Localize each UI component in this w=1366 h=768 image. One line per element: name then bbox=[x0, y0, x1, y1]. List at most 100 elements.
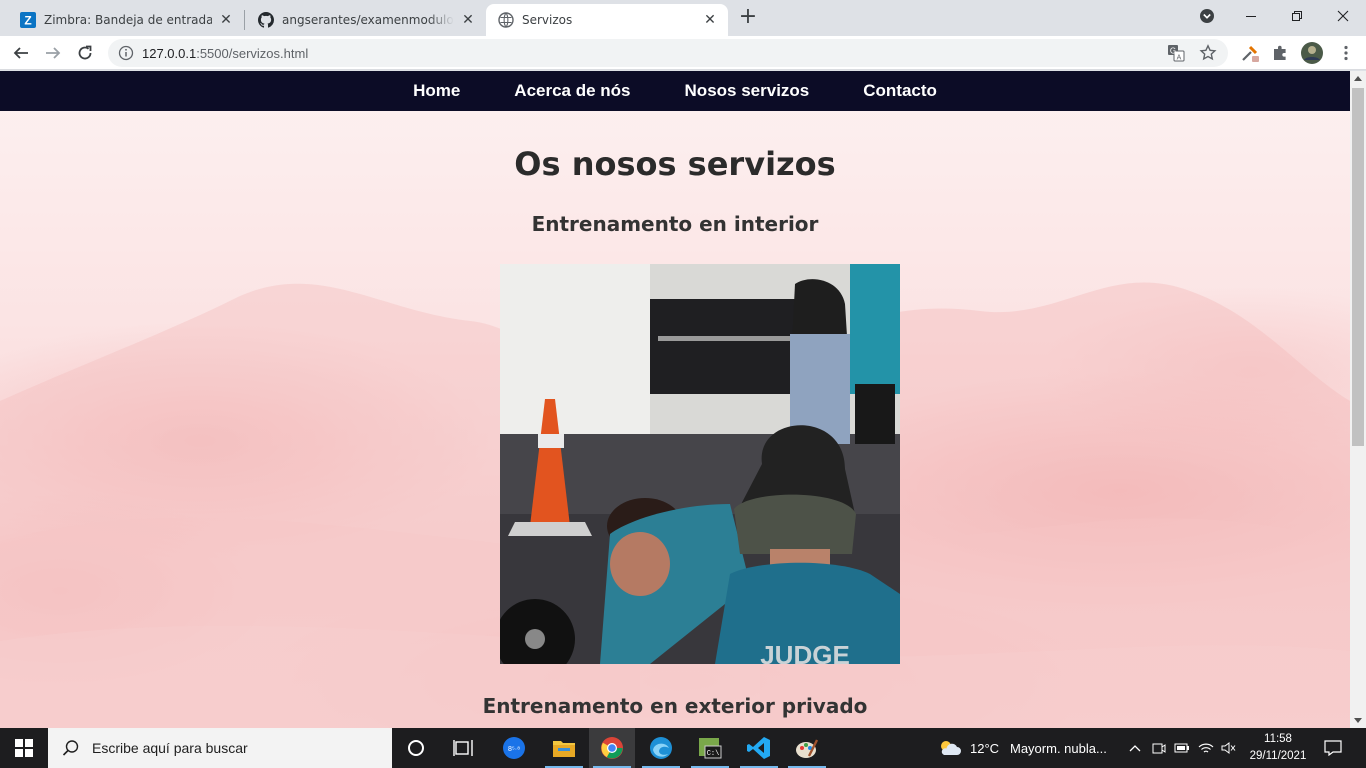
address-bar[interactable]: 127.0.0.1:5500/servizos.html bbox=[108, 39, 1228, 67]
scroll-down-icon[interactable] bbox=[1354, 718, 1362, 723]
tray-overflow-button[interactable] bbox=[1127, 740, 1143, 756]
tab-title: Zimbra: Bandeja de entrada bbox=[44, 13, 212, 27]
url-host: 127.0.0.1 bbox=[142, 45, 197, 61]
extensions-button[interactable] bbox=[1267, 40, 1293, 66]
edge-icon bbox=[650, 737, 672, 759]
translate-button[interactable]: GA bbox=[1163, 40, 1189, 66]
avatar bbox=[1301, 42, 1323, 64]
more-vert-icon bbox=[1344, 45, 1348, 61]
scrollbar-thumb[interactable] bbox=[1352, 88, 1364, 446]
indoor-training-photo: JUDGE bbox=[500, 264, 900, 664]
terminal-icon: C:\ bbox=[699, 738, 722, 759]
tab-servizos[interactable]: Servizos ✕ bbox=[486, 4, 728, 36]
taskbar-app-vscode[interactable] bbox=[736, 728, 782, 768]
chevron-up-icon bbox=[1129, 745, 1141, 752]
windows-taskbar: Escribe aquí para buscar 8⁵·⁸ C:\ 12°C M… bbox=[0, 728, 1366, 768]
tab-zimbra[interactable]: Z Zimbra: Bandeja de entrada ✕ bbox=[0, 4, 244, 36]
url-path: :5500/servizos.html bbox=[196, 45, 309, 61]
search-icon bbox=[62, 740, 79, 756]
news-app-icon: 8⁵·⁸ bbox=[503, 737, 525, 759]
browser-toolbar: 127.0.0.1:5500/servizos.html GA bbox=[0, 36, 1366, 70]
weather-desc[interactable]: Mayorm. nubla... bbox=[1010, 728, 1107, 768]
new-tab-button[interactable]: + bbox=[736, 6, 760, 30]
section-heading-outdoor: Entrenamento en exterior privado bbox=[482, 694, 868, 718]
url-text: 127.0.0.1:5500/servizos.html bbox=[142, 46, 308, 61]
extension-button[interactable] bbox=[1237, 40, 1263, 66]
svg-text:C:\: C:\ bbox=[707, 750, 720, 758]
nav-link-about[interactable]: Acerca de nós bbox=[514, 81, 630, 101]
folder-icon bbox=[553, 741, 575, 757]
start-button[interactable] bbox=[0, 728, 48, 768]
profile-button[interactable] bbox=[1299, 40, 1325, 66]
tab-title: angserantes/examenmoduloangel bbox=[282, 13, 454, 27]
weather-button[interactable] bbox=[927, 728, 973, 768]
close-icon bbox=[1337, 10, 1349, 22]
nav-link-contact[interactable]: Contacto bbox=[863, 81, 937, 101]
task-view-button[interactable] bbox=[440, 728, 486, 768]
clock-time: 11:58 bbox=[1264, 733, 1292, 745]
minimize-button[interactable] bbox=[1228, 0, 1274, 32]
main-nav: Home Acerca de nós Nosos servizos Contac… bbox=[0, 71, 1350, 111]
reload-button[interactable] bbox=[72, 40, 98, 66]
clock-date: 29/11/2021 bbox=[1249, 750, 1307, 762]
restore-button[interactable] bbox=[1274, 0, 1320, 32]
svg-text:G: G bbox=[1170, 47, 1176, 56]
taskbar-app-terminal[interactable]: C:\ bbox=[687, 728, 733, 768]
scroll-up-icon[interactable] bbox=[1354, 76, 1362, 81]
system-clock[interactable]: 11:58 29/11/2021 bbox=[1248, 731, 1308, 765]
taskbar-app-news[interactable]: 8⁵·⁸ bbox=[491, 728, 537, 768]
tray-meet-now[interactable] bbox=[1151, 740, 1167, 756]
menu-button[interactable] bbox=[1333, 40, 1359, 66]
chrome-icon bbox=[601, 737, 623, 759]
close-tab-icon[interactable]: ✕ bbox=[460, 12, 476, 28]
back-button[interactable] bbox=[8, 40, 34, 66]
paint-icon bbox=[796, 739, 819, 758]
tray-network[interactable] bbox=[1198, 740, 1214, 756]
cortana-button[interactable] bbox=[393, 728, 439, 768]
reload-icon bbox=[78, 45, 92, 60]
page-title: Os nosos servizos bbox=[514, 145, 836, 183]
close-window-button[interactable] bbox=[1320, 0, 1366, 32]
arrow-left-icon bbox=[13, 47, 28, 59]
taskbar-search[interactable]: Escribe aquí para buscar bbox=[48, 728, 392, 768]
restore-icon bbox=[1292, 11, 1302, 21]
tab-title: Servizos bbox=[522, 13, 573, 27]
nav-link-home[interactable]: Home bbox=[413, 81, 460, 101]
taskbar-app-chrome[interactable] bbox=[589, 728, 635, 768]
minimize-icon bbox=[1246, 16, 1256, 17]
weather-temp[interactable]: 12°C bbox=[970, 728, 999, 768]
taskbar-app-edge[interactable] bbox=[638, 728, 684, 768]
taskbar-app-paint[interactable] bbox=[784, 728, 830, 768]
task-view-icon bbox=[453, 740, 473, 756]
tab-search-button[interactable] bbox=[1184, 0, 1230, 32]
bookmark-button[interactable] bbox=[1195, 40, 1221, 66]
tab-github[interactable]: angserantes/examenmoduloangel ✕ bbox=[238, 4, 486, 36]
nav-link-services[interactable]: Nosos servizos bbox=[685, 81, 810, 101]
globe-icon bbox=[498, 12, 514, 28]
info-icon[interactable] bbox=[118, 45, 134, 61]
section-heading-indoor: Entrenamento en interior bbox=[531, 212, 819, 236]
chevron-down-icon bbox=[1200, 9, 1214, 23]
page-viewport: Home Acerca de nós Nosos servizos Contac… bbox=[0, 71, 1350, 728]
notification-icon bbox=[1324, 740, 1342, 756]
cloud-sun-icon bbox=[941, 741, 961, 755]
taskbar-app-file-explorer[interactable] bbox=[541, 728, 587, 768]
arrow-right-icon bbox=[46, 47, 61, 59]
forward-button[interactable] bbox=[40, 40, 66, 66]
github-icon bbox=[258, 12, 274, 28]
search-placeholder: Escribe aquí para buscar bbox=[92, 740, 248, 756]
notifications-button[interactable] bbox=[1324, 739, 1342, 757]
wifi-icon bbox=[1198, 743, 1214, 753]
close-tab-icon[interactable]: ✕ bbox=[702, 12, 718, 28]
eyedropper-icon bbox=[1242, 45, 1259, 62]
translate-icon: GA bbox=[1168, 45, 1185, 62]
star-icon bbox=[1199, 44, 1217, 61]
puzzle-icon bbox=[1274, 45, 1286, 60]
tray-volume[interactable] bbox=[1221, 740, 1237, 756]
close-tab-icon[interactable]: ✕ bbox=[218, 12, 234, 28]
svg-text:Z: Z bbox=[24, 14, 31, 28]
tray-battery[interactable] bbox=[1174, 740, 1190, 756]
page-scrollbar[interactable] bbox=[1350, 71, 1366, 728]
vscode-icon bbox=[747, 737, 770, 759]
windows-logo-icon bbox=[15, 739, 33, 757]
